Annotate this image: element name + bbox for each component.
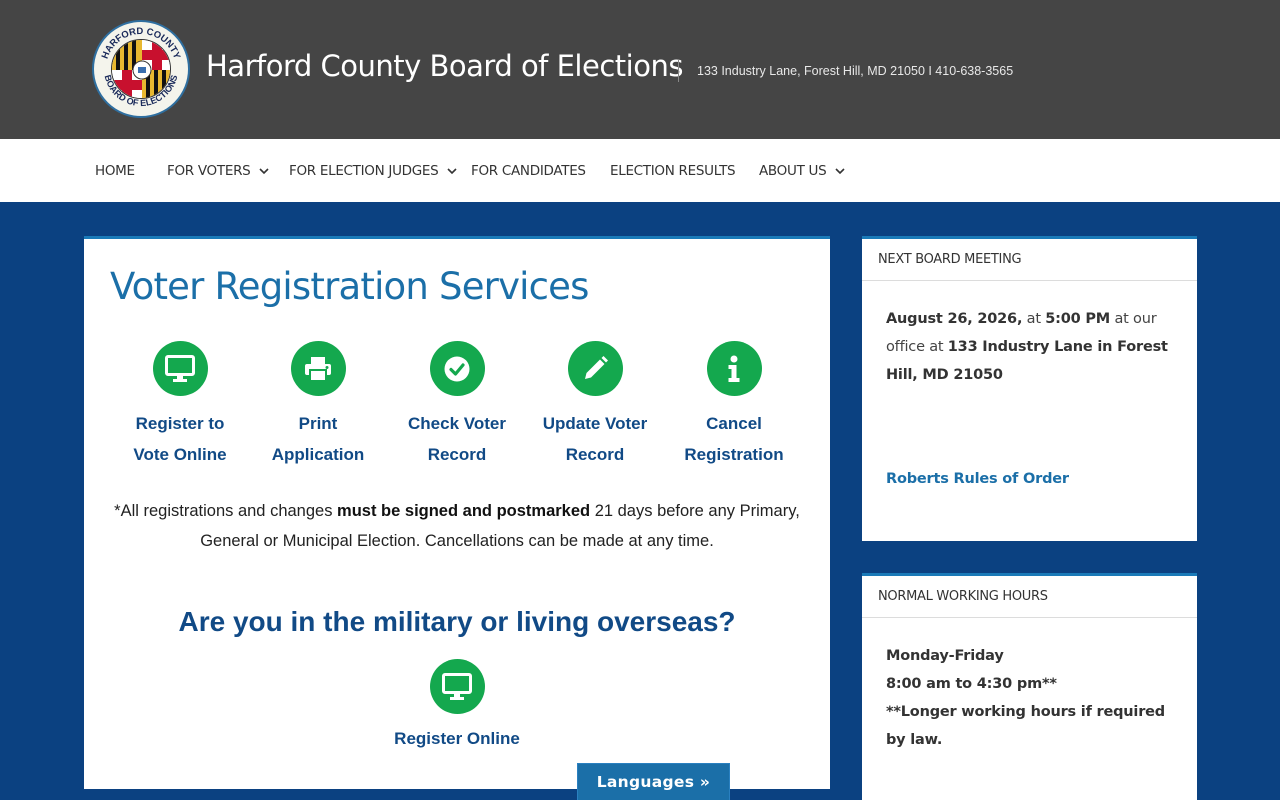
widget-heading: NORMAL WORKING HOURS xyxy=(862,576,1197,618)
printer-icon[interactable] xyxy=(290,341,346,396)
main-content-card: Voter Registration Services Register to … xyxy=(84,236,830,789)
hours-details: Monday-Friday 8:00 am to 4:30 pm** **Lon… xyxy=(862,618,1197,754)
site-address: 133 Industry Lane, Forest Hill, MD 21050… xyxy=(697,64,1014,78)
info-icon[interactable] xyxy=(706,341,762,396)
hours-time: 8:00 am to 4:30 pm** xyxy=(886,676,1057,692)
county-seal-logo[interactable]: HARFORD COUNTY BOARD OF ELECTIONS xyxy=(92,20,190,118)
next-board-meeting-widget: NEXT BOARD MEETING August 26, 2026, at 5… xyxy=(862,236,1197,541)
service-label[interactable]: Update Voter Record xyxy=(525,408,665,470)
site-title[interactable]: Harford County Board of Elections xyxy=(206,49,683,83)
service-label[interactable]: Cancel Registration xyxy=(664,408,804,470)
nav-item-about-us[interactable]: ABOUT US xyxy=(759,139,846,202)
meeting-details: August 26, 2026, at 5:00 PM at our offic… xyxy=(862,281,1197,493)
nav-item-for-voters[interactable]: FOR VOTERS xyxy=(167,139,270,202)
roberts-rules-link[interactable]: Roberts Rules of Order xyxy=(886,465,1173,493)
check-voter-record-service[interactable]: Check Voter Record xyxy=(387,341,527,470)
hours-days: Monday-Friday xyxy=(886,648,1004,664)
pencil-icon[interactable] xyxy=(567,341,623,396)
military-overseas-heading: Are you in the military or living overse… xyxy=(178,606,736,637)
service-label[interactable]: Register to Vote Online xyxy=(110,408,250,470)
nav-item-for-candidates[interactable]: FOR CANDIDATES xyxy=(471,139,586,202)
cancel-registration-service[interactable]: Cancel Registration xyxy=(664,341,804,470)
hours-note: **Longer working hours if required by la… xyxy=(886,704,1165,748)
update-voter-record-service[interactable]: Update Voter Record xyxy=(525,341,665,470)
widget-heading: NEXT BOARD MEETING xyxy=(862,239,1197,281)
languages-button[interactable]: Languages » xyxy=(577,763,730,800)
nav-label: FOR ELECTION JUDGES xyxy=(289,162,439,179)
service-label[interactable]: Print Application xyxy=(248,408,388,470)
nav-label: ABOUT US xyxy=(759,162,827,179)
site-header: HARFORD COUNTY BOARD OF ELECTIONS Harfor… xyxy=(0,0,1280,139)
title-divider xyxy=(678,60,679,82)
nav-item-home[interactable]: HOME xyxy=(95,139,135,202)
monitor-icon[interactable] xyxy=(429,659,485,714)
nav-item-election-results[interactable]: ELECTION RESULTS xyxy=(610,139,736,202)
monitor-icon[interactable] xyxy=(152,341,208,396)
chevron-down-icon xyxy=(259,167,269,174)
military-register-online-link[interactable]: Register Online xyxy=(387,659,527,754)
working-hours-widget: NORMAL WORKING HOURS Monday-Friday 8:00 … xyxy=(862,573,1197,800)
maryland-flag-emblem xyxy=(111,39,171,99)
main-nav: HOME FOR VOTERS FOR ELECTION JUDGES FOR … xyxy=(0,139,1280,202)
nav-item-for-election-judges[interactable]: FOR ELECTION JUDGES xyxy=(289,139,458,202)
nav-label: FOR CANDIDATES xyxy=(471,162,586,179)
nav-label: HOME xyxy=(95,162,135,179)
check-circle-icon[interactable] xyxy=(429,341,485,396)
registration-deadline-notice: *All registrations and changes must be s… xyxy=(114,502,800,550)
register-online-label[interactable]: Register Online xyxy=(387,723,527,754)
print-application-service[interactable]: Print Application xyxy=(248,341,388,470)
page-title: Voter Registration Services xyxy=(110,265,589,308)
nav-label: FOR VOTERS xyxy=(167,162,251,179)
service-label[interactable]: Check Voter Record xyxy=(387,408,527,470)
chevron-down-icon xyxy=(447,167,458,174)
chevron-down-icon xyxy=(835,167,845,174)
register-online-service[interactable]: Register to Vote Online xyxy=(110,341,250,470)
nav-label: ELECTION RESULTS xyxy=(610,162,736,179)
